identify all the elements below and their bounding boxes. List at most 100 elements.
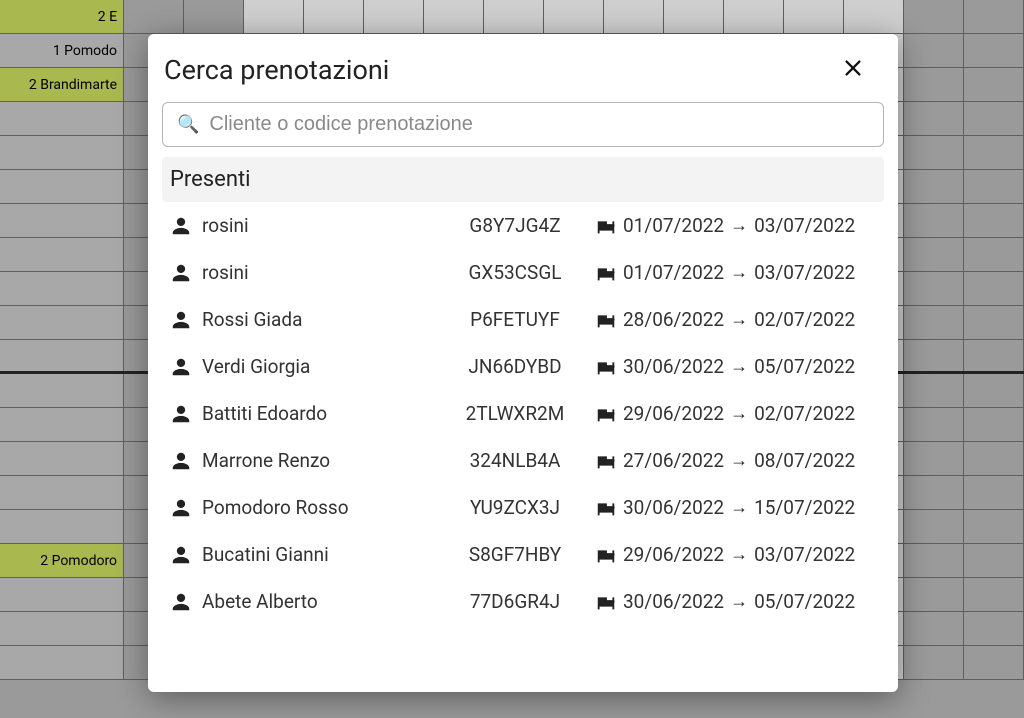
calendar-cell[interactable] xyxy=(904,272,964,305)
booking-name-col: rosini xyxy=(170,261,435,284)
calendar-cell[interactable] xyxy=(904,136,964,169)
calendar-cell[interactable] xyxy=(424,0,484,33)
calendar-cell[interactable] xyxy=(904,612,964,645)
calendar-cell[interactable] xyxy=(964,578,1024,611)
booking-name-col: Pomodoro Rosso xyxy=(170,496,435,519)
calendar-cell[interactable] xyxy=(904,476,964,509)
booking-row[interactable]: Abete Alberto77D6GR4J30/06/2022→05/07/20… xyxy=(162,578,884,625)
booking-name-col: Verdi Giorgia xyxy=(170,355,435,378)
date-to: 02/07/2022 xyxy=(754,402,855,425)
person-icon xyxy=(170,450,192,472)
booking-dates: 29/06/2022→02/07/2022 xyxy=(595,402,855,425)
room-label xyxy=(0,442,124,475)
person-icon xyxy=(170,544,192,566)
calendar-cell[interactable] xyxy=(964,306,1024,339)
calendar-cell[interactable] xyxy=(964,340,1024,371)
calendar-cell[interactable] xyxy=(964,544,1024,577)
calendar-cell[interactable] xyxy=(244,0,304,33)
calendar-cell[interactable] xyxy=(904,374,964,407)
bed-icon xyxy=(595,450,617,472)
booking-row[interactable]: Rossi GiadaP6FETUYF28/06/2022→02/07/2022 xyxy=(162,296,884,343)
arrow-right-icon: → xyxy=(730,356,748,377)
calendar-cell[interactable] xyxy=(964,0,1024,33)
room-label xyxy=(0,306,124,339)
booking-code: P6FETUYF xyxy=(445,308,585,331)
calendar-cell[interactable] xyxy=(904,544,964,577)
booking-row[interactable]: Bucatini GianniS8GF7HBY29/06/2022→03/07/… xyxy=(162,531,884,578)
booking-row[interactable]: Marrone Renzo324NLB4A27/06/2022→08/07/20… xyxy=(162,437,884,484)
calendar-cell[interactable] xyxy=(964,68,1024,101)
calendar-cell[interactable] xyxy=(904,340,964,371)
calendar-cell[interactable] xyxy=(544,0,604,33)
calendar-cell[interactable] xyxy=(784,0,844,33)
calendar-cell[interactable] xyxy=(664,0,724,33)
booking-row[interactable]: Verdi Giorgia JN66DYBD 30/06/2022→05/07/20… xyxy=(162,343,884,390)
booking-row[interactable]: Battiti Edoardo2TLWXR2M29/06/2022→02/07/… xyxy=(162,390,884,437)
booking-dates: 27/06/2022→08/07/2022 xyxy=(595,449,855,472)
calendar-cell[interactable] xyxy=(604,0,664,33)
calendar-cell[interactable] xyxy=(964,170,1024,203)
booking-name-col: Battiti Edoardo xyxy=(170,402,435,425)
calendar-cell[interactable] xyxy=(964,272,1024,305)
close-icon xyxy=(842,54,864,85)
calendar-cell[interactable] xyxy=(964,612,1024,645)
date-to: 15/07/2022 xyxy=(754,496,855,519)
booking-row[interactable]: Pomodoro RossoYU9ZCX3J30/06/2022→15/07/2… xyxy=(162,484,884,531)
calendar-cell[interactable] xyxy=(904,102,964,135)
booking-name: Marrone Renzo xyxy=(202,449,330,472)
room-label: 2 Brandimarte xyxy=(0,68,124,101)
calendar-cell[interactable] xyxy=(904,68,964,101)
calendar-cell[interactable] xyxy=(964,408,1024,441)
calendar-cell[interactable] xyxy=(904,238,964,271)
bed-icon xyxy=(595,591,617,613)
calendar-cell[interactable] xyxy=(904,646,964,679)
calendar-cell[interactable] xyxy=(964,136,1024,169)
bed-icon xyxy=(595,262,617,284)
calendar-cell[interactable] xyxy=(364,0,424,33)
booking-name: rosini xyxy=(202,214,249,237)
calendar-cell[interactable] xyxy=(964,442,1024,475)
calendar-cell[interactable] xyxy=(124,0,184,33)
calendar-cell[interactable] xyxy=(724,0,784,33)
calendar-cell[interactable] xyxy=(484,0,544,33)
calendar-cell[interactable] xyxy=(904,306,964,339)
calendar-cell[interactable] xyxy=(904,204,964,237)
search-input[interactable] xyxy=(209,113,869,136)
calendar-cell[interactable] xyxy=(904,510,964,543)
date-from: 01/07/2022 xyxy=(623,261,724,284)
calendar-cell[interactable] xyxy=(964,102,1024,135)
booking-dates: 30/06/2022→15/07/2022 xyxy=(595,496,855,519)
calendar-cell[interactable] xyxy=(304,0,364,33)
calendar-cell[interactable] xyxy=(904,34,964,67)
date-to: 03/07/2022 xyxy=(754,214,855,237)
results-list[interactable]: Presenti rosiniG8Y7JG4Z01/07/2022→03/07/… xyxy=(162,157,896,682)
calendar-cell[interactable] xyxy=(904,170,964,203)
calendar-cell[interactable] xyxy=(184,0,244,33)
calendar-cell[interactable] xyxy=(964,646,1024,679)
calendar-cell[interactable] xyxy=(964,34,1024,67)
calendar-cell[interactable] xyxy=(904,408,964,441)
booking-row[interactable]: rosiniGX53CSGL01/07/2022→03/07/2022 xyxy=(162,249,884,296)
calendar-cell[interactable] xyxy=(964,374,1024,407)
booking-code: JN66DYBD xyxy=(445,355,585,378)
room-label xyxy=(0,476,124,509)
booking-row[interactable]: rosiniG8Y7JG4Z01/07/2022→03/07/2022 xyxy=(162,202,884,249)
booking-dates: 30/06/2022→05/07/2022 xyxy=(595,355,855,378)
room-label xyxy=(0,578,124,611)
dialog-header: Cerca prenotazioni xyxy=(148,34,898,102)
arrow-right-icon: → xyxy=(730,591,748,612)
calendar-cell[interactable] xyxy=(904,0,964,33)
calendar-cell[interactable] xyxy=(904,442,964,475)
calendar-cell[interactable] xyxy=(964,204,1024,237)
close-button[interactable] xyxy=(834,52,872,88)
room-label xyxy=(0,170,124,203)
arrow-right-icon: → xyxy=(730,403,748,424)
calendar-cell[interactable] xyxy=(964,510,1024,543)
calendar-cell[interactable] xyxy=(964,476,1024,509)
calendar-cell[interactable] xyxy=(844,0,904,33)
arrow-right-icon: → xyxy=(730,497,748,518)
person-icon xyxy=(170,215,192,237)
search-box[interactable]: 🔍 xyxy=(162,102,884,147)
calendar-cell[interactable] xyxy=(904,578,964,611)
calendar-cell[interactable] xyxy=(964,238,1024,271)
